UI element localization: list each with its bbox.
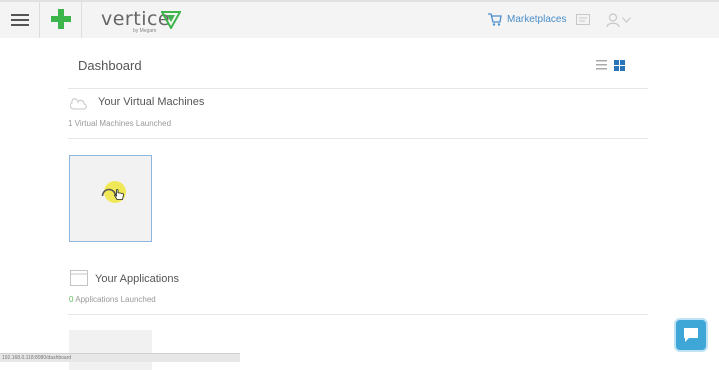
chevron-down-icon[interactable] — [622, 17, 631, 23]
cloud-icon — [70, 98, 87, 110]
status-bar-url: 192.168.0.118:8080/dashboard — [0, 353, 240, 362]
vms-count: 1 Virtual Machines Launched — [68, 119, 172, 128]
hamburger-icon — [11, 14, 29, 26]
divider — [68, 138, 648, 139]
vm-card[interactable] — [69, 155, 152, 242]
divider — [68, 88, 648, 89]
vms-section-title: Your Virtual Machines — [98, 96, 205, 108]
message-icon[interactable] — [576, 14, 590, 26]
apps-count: 0 Applications Launched — [69, 295, 156, 304]
chat-button[interactable] — [676, 320, 706, 350]
apps-count-label: Applications Launched — [73, 295, 156, 304]
hand-cursor-icon — [114, 189, 124, 200]
divider — [68, 314, 648, 315]
top-navbar: vertice by Megam Marketplaces — [0, 0, 719, 38]
apps-section-title: Your Applications — [95, 273, 179, 285]
vertice-logo-icon — [161, 11, 181, 29]
menu-button[interactable] — [0, 2, 40, 38]
add-button[interactable] — [40, 2, 82, 38]
cart-icon — [488, 13, 502, 26]
list-view-icon[interactable] — [596, 60, 607, 70]
marketplaces-label: Marketplaces — [507, 14, 567, 25]
brand-subtitle: by Megam — [133, 28, 157, 34]
user-icon[interactable] — [606, 13, 620, 27]
chat-icon — [684, 328, 698, 342]
app-card-placeholder — [69, 330, 152, 370]
plus-icon — [51, 9, 71, 29]
page-title: Dashboard — [78, 58, 142, 73]
marketplaces-link[interactable]: Marketplaces — [488, 13, 566, 26]
grid-view-icon[interactable] — [614, 60, 625, 71]
window-icon — [70, 270, 88, 286]
